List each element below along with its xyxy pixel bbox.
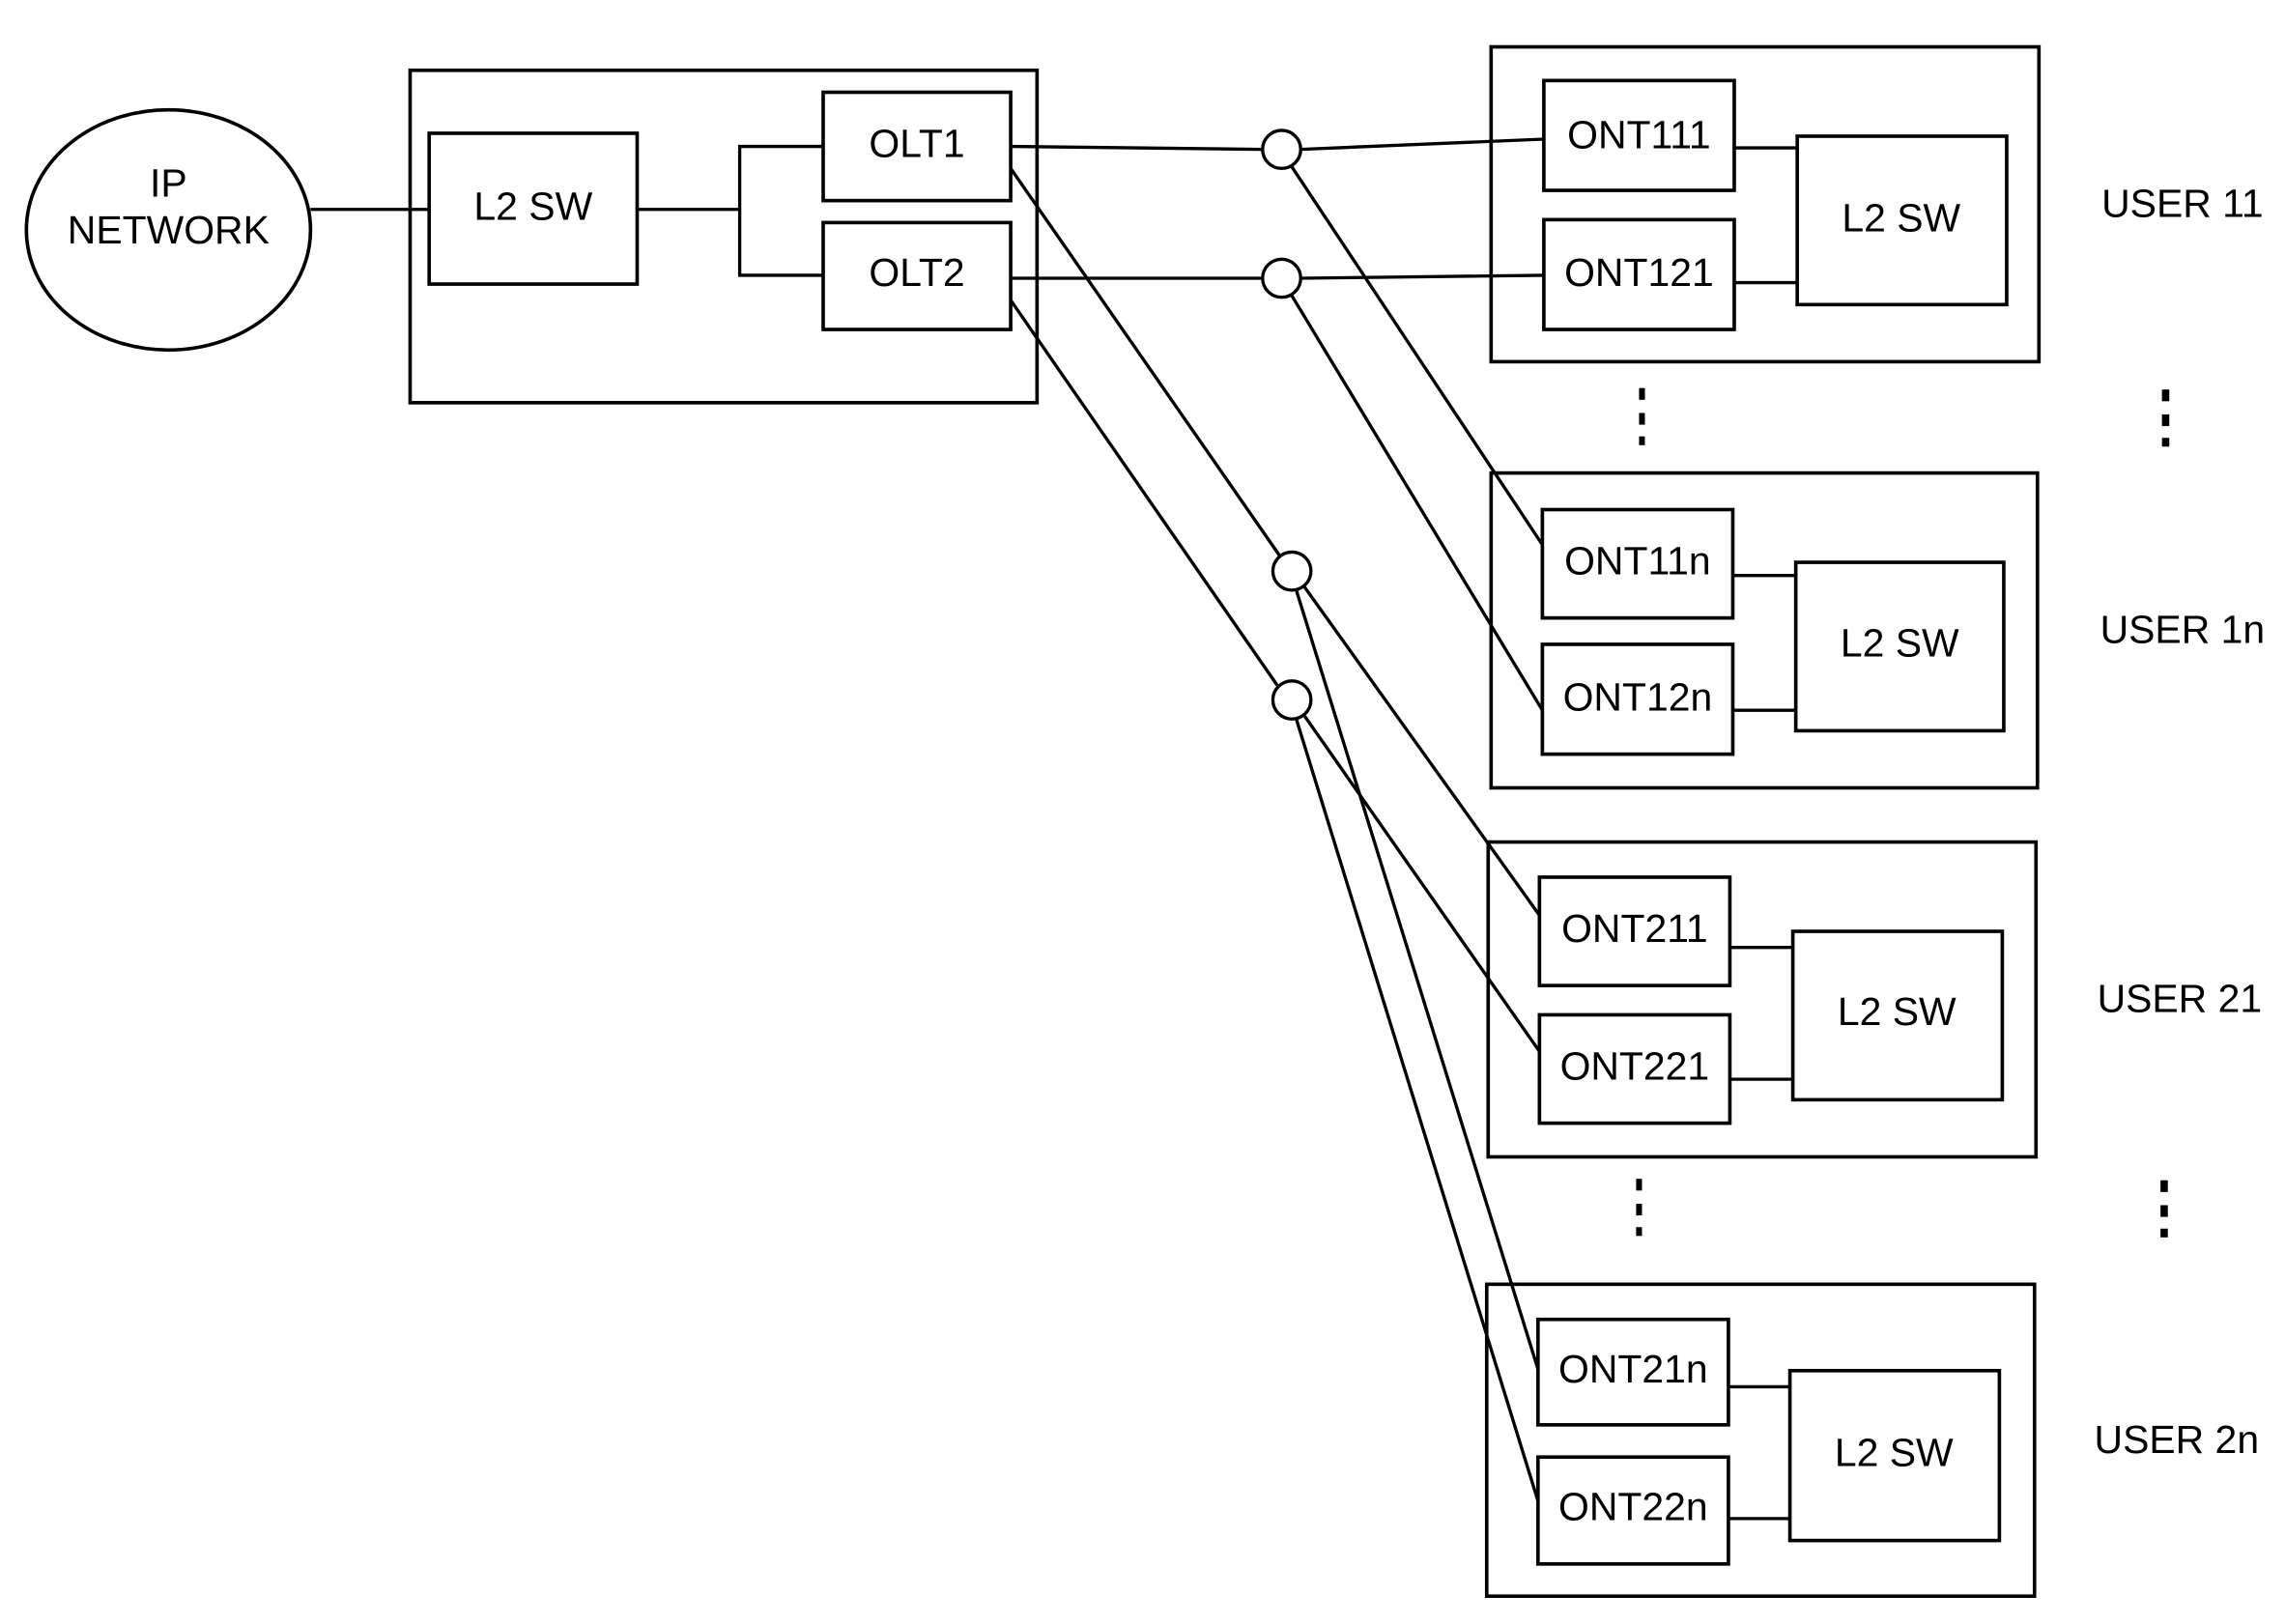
user-group-1n: ONT11n ONT12n L2 SW USER 1n [1489, 470, 2266, 790]
user-group-21: ONT211 ONT221 L2 SW USER 21 [1486, 840, 2263, 1159]
user-group-11: ONT111 ONT121 L2 SW USER 11 [1489, 44, 2264, 364]
user-group-label: USER 2n [2095, 1417, 2260, 1462]
ont-label: ONT21n [1558, 1347, 1708, 1391]
link-junction-olts [737, 144, 824, 277]
splitter-3 [1271, 550, 1313, 592]
fiber-links [1009, 137, 1544, 1502]
central-office-box [408, 68, 1040, 405]
central-switch-label: L2 SW [473, 185, 592, 229]
user-group-label: USER 1n [2100, 608, 2266, 652]
ont-label: ONT211 [1561, 906, 1708, 951]
splitter-4 [1271, 679, 1313, 721]
ont-label: ONT221 [1560, 1043, 1710, 1088]
network-diagram: IP NETWORK L2 SW OLT1 OLT2 ONT111 ONT121… [24, 44, 2266, 1599]
user-switch-label: L2 SW [1838, 989, 1957, 1034]
ont-label: ONT111 [1567, 112, 1711, 157]
olt2-label: OLT2 [869, 250, 964, 295]
ont-label: ONT12n [1563, 674, 1713, 719]
fiber-olt1-splitter1 [1011, 144, 1263, 152]
user-group-2n: ONT21n ONT22n L2 SW USER 2n [1484, 1282, 2260, 1599]
fiber-splitter4-ont22n [1295, 718, 1540, 1502]
user-switch-label: L2 SW [1841, 620, 1959, 665]
ip-network-node: IP NETWORK [24, 107, 313, 353]
user-group-label: USER 11 [2101, 182, 2263, 226]
fiber-splitter2-ont121 [1300, 273, 1544, 280]
ont-label: ONT121 [1564, 250, 1714, 295]
fiber-splitter4-ont221 [1301, 713, 1541, 1053]
ip-network-label-line1: IP [150, 160, 187, 205]
ont-label: ONT22n [1558, 1485, 1708, 1529]
user-switch-label: L2 SW [1835, 1431, 1954, 1475]
user-switch-label: L2 SW [1842, 196, 1960, 241]
ip-network-label-line2: NETWORK [68, 208, 270, 252]
ont-label: ONT11n [1564, 538, 1711, 583]
user-group-label: USER 21 [2098, 977, 2263, 1021]
fiber-splitter3-ont21n [1295, 589, 1540, 1370]
central-office: L2 SW OLT1 OLT2 [408, 68, 1040, 405]
ellipsis-dots [1639, 387, 2170, 447]
olt1-label: OLT1 [869, 121, 964, 165]
fiber-splitter1-ont111 [1300, 137, 1544, 152]
ellipsis-dots [1636, 1179, 2168, 1238]
splitter-1 [1261, 128, 1302, 170]
fiber-olt1-splitter3 [1009, 167, 1282, 557]
fiber-splitter3-ont211 [1301, 584, 1541, 917]
splitter-2 [1261, 257, 1302, 299]
